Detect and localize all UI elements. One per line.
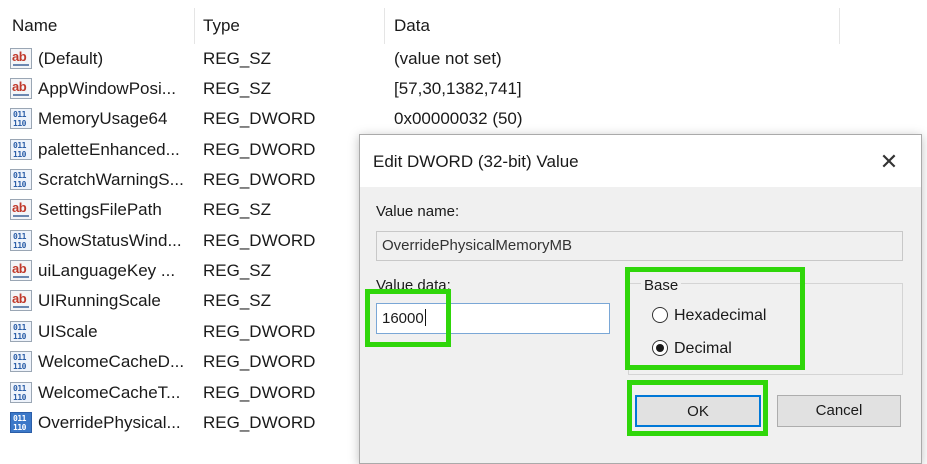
binary-value-icon: 011 110 [10, 382, 32, 403]
binary-value-icon: 011 110 [10, 108, 32, 129]
highlight-base [625, 267, 805, 370]
list-row[interactable]: ab (Default) REG_SZ (value not set) [0, 44, 927, 74]
row-name: ShowStatusWind... [38, 231, 182, 250]
row-data: 0x00000032 (50) [394, 109, 523, 128]
row-type: REG_DWORD [203, 352, 316, 371]
row-name: uiLanguageKey ... [38, 261, 176, 280]
row-name: WelcomeCacheT... [38, 383, 181, 402]
column-header-type[interactable]: Type [195, 8, 385, 44]
cancel-button[interactable]: Cancel [777, 395, 901, 427]
row-name: MemoryUsage64 [38, 109, 168, 128]
row-name: UIScale [38, 322, 98, 341]
row-type: REG_SZ [203, 200, 272, 219]
string-value-icon: ab [10, 48, 32, 69]
string-value-icon: ab [10, 260, 32, 281]
row-type: REG_SZ [203, 79, 272, 98]
row-name: OverridePhysical... [38, 413, 181, 432]
close-icon[interactable]: ✕ [869, 145, 909, 179]
binary-value-icon: 011 110 [10, 230, 32, 251]
string-value-icon: ab [10, 290, 32, 311]
row-name: (Default) [38, 49, 104, 68]
list-row[interactable]: 011 110 MemoryUsage64 REG_DWORD 0x000000… [0, 104, 927, 134]
row-name: ScratchWarningS... [38, 170, 184, 189]
row-type: REG_DWORD [203, 383, 316, 402]
row-type: REG_DWORD [203, 170, 316, 189]
column-header-data[interactable]: Data [385, 8, 840, 44]
dialog-titlebar[interactable]: Edit DWORD (32-bit) Value ✕ [360, 135, 921, 187]
string-value-icon: ab [10, 199, 32, 220]
dialog-title: Edit DWORD (32-bit) Value [373, 152, 579, 171]
row-name: UIRunningScale [38, 291, 161, 310]
highlight-value-data [365, 289, 451, 347]
list-header: Name Type Data [0, 8, 927, 44]
highlight-ok [627, 380, 768, 436]
value-name-label: Value name: [376, 203, 460, 220]
column-header-name[interactable]: Name [0, 8, 195, 44]
binary-value-icon: 011 110 [10, 412, 32, 433]
row-type: REG_DWORD [203, 140, 316, 159]
string-value-icon: ab [10, 78, 32, 99]
row-name: SettingsFilePath [38, 200, 162, 219]
row-type: REG_SZ [203, 291, 272, 310]
row-type: REG_SZ [203, 49, 272, 68]
row-name: paletteEnhanced... [38, 140, 180, 159]
row-type: REG_SZ [203, 261, 272, 280]
row-type: REG_DWORD [203, 109, 316, 128]
binary-value-icon: 011 110 [10, 139, 32, 160]
binary-value-icon: 011 110 [10, 321, 32, 342]
row-type: REG_DWORD [203, 322, 316, 341]
row-name: AppWindowPosi... [38, 79, 176, 98]
row-data: (value not set) [394, 49, 502, 68]
list-row[interactable]: ab AppWindowPosi... REG_SZ [57,30,1382,7… [0, 74, 927, 104]
row-type: REG_DWORD [203, 231, 316, 250]
row-type: REG_DWORD [203, 413, 316, 432]
value-name-field: OverridePhysicalMemoryMB [376, 231, 903, 261]
binary-value-icon: 011 110 [10, 169, 32, 190]
row-name: WelcomeCacheD... [38, 352, 185, 371]
binary-value-icon: 011 110 [10, 351, 32, 372]
row-data: [57,30,1382,741] [394, 79, 522, 98]
